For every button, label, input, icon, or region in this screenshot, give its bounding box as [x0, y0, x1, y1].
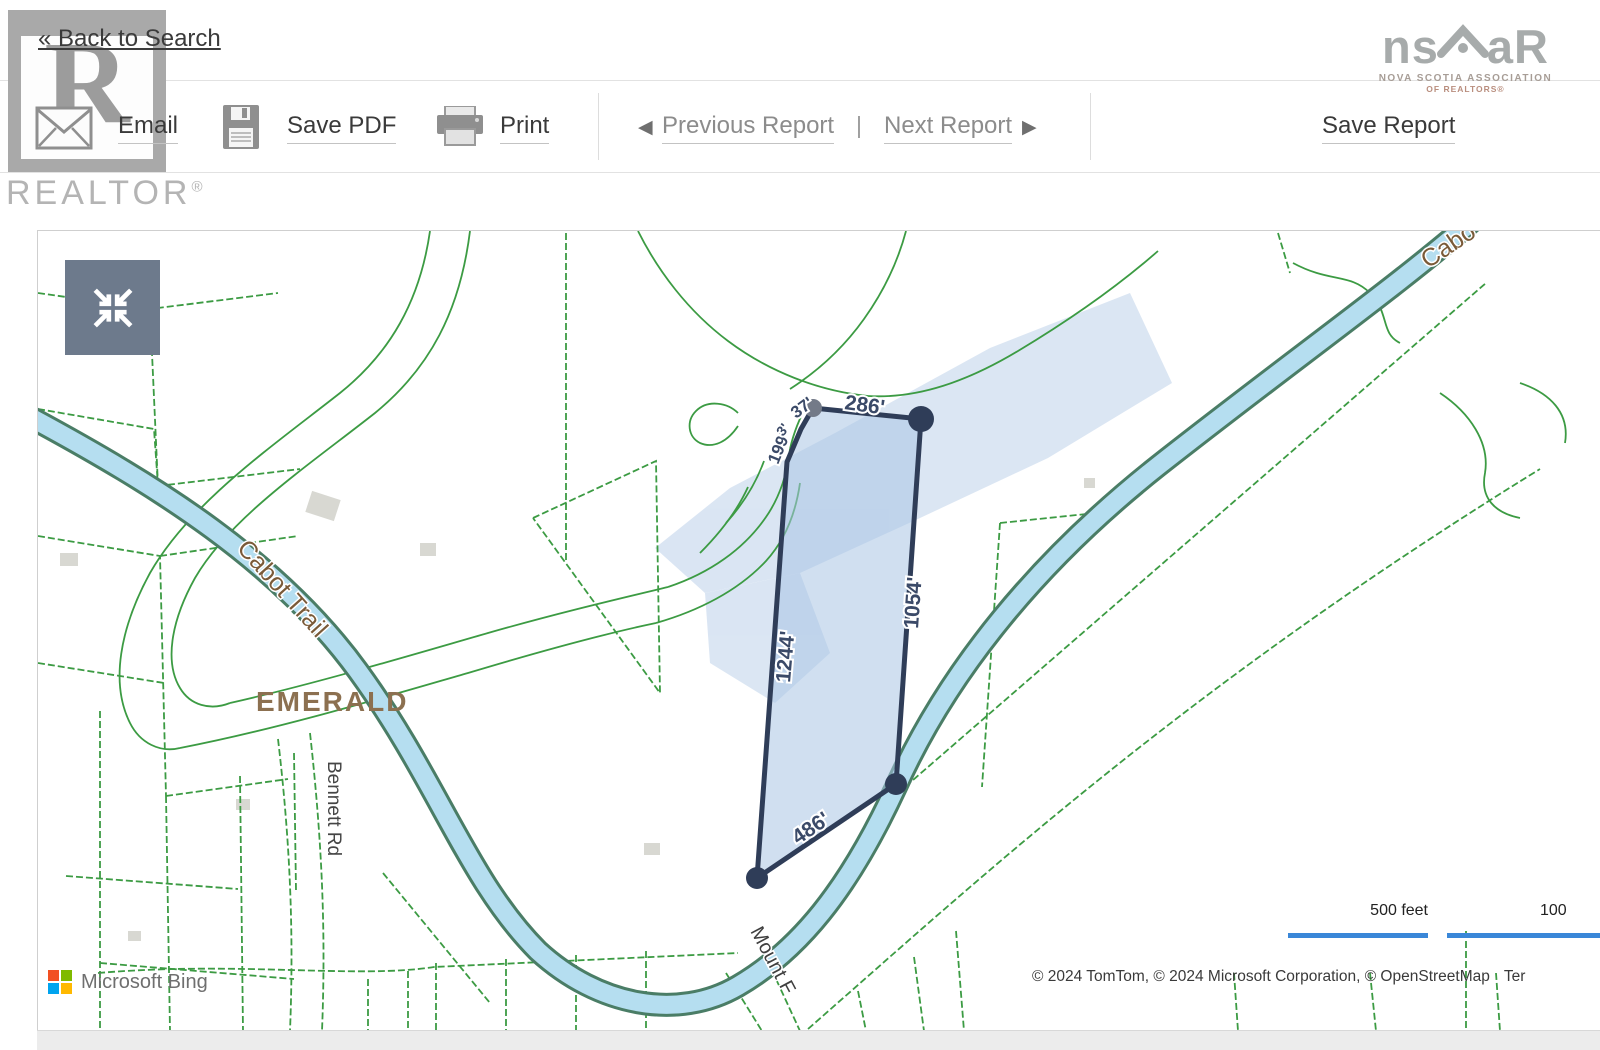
next-arrow-icon[interactable]: ▶: [1022, 116, 1037, 139]
toolbar-top-divider: [0, 80, 1600, 81]
report-page: { "header": { "back_link": "« Back to Se…: [0, 0, 1600, 1049]
scalebar-metric: [1447, 933, 1600, 938]
toolbar-divider-right: [1090, 93, 1091, 160]
back-to-search-link[interactable]: « Back to Search: [38, 25, 221, 53]
realtor-wordmark-text: REALTOR: [6, 174, 191, 212]
nsar-roof-icon: [1437, 18, 1489, 67]
email-icon: [35, 106, 93, 155]
save-pdf-button[interactable]: Save PDF: [287, 112, 396, 144]
road-label-cabot-trail: Cabot Trail: [232, 534, 334, 643]
bottom-page-strip: [37, 1030, 1600, 1050]
attribution-terms: Ter: [1504, 968, 1526, 985]
map-center-button[interactable]: [65, 260, 160, 355]
previous-arrow-icon[interactable]: ◀: [638, 116, 653, 139]
nsar-logo: ns aR NOVA SCOTIA ASSOCIATION OF REALTOR…: [1378, 18, 1553, 94]
nsar-subtitle-1: NOVA SCOTIA ASSOCIATION: [1378, 73, 1553, 84]
bing-logo[interactable]: Microsoft Bing: [48, 970, 208, 994]
next-report-button[interactable]: Next Report: [884, 112, 1012, 144]
floppy-icon: [222, 104, 260, 155]
print-button[interactable]: Print: [500, 112, 549, 144]
street-label-bennett-rd: Bennett Rd: [323, 761, 344, 856]
save-report-button[interactable]: Save Report: [1322, 112, 1455, 144]
vertex-dot: [885, 773, 907, 795]
measurement-left: 1244': [772, 630, 799, 684]
previous-report-button[interactable]: Previous Report: [662, 112, 834, 144]
nsar-logo-ar: aR: [1487, 27, 1549, 67]
printer-icon: [436, 106, 484, 153]
bing-logo-text: Microsoft Bing: [81, 971, 208, 994]
scalebar-feet: [1288, 933, 1428, 938]
vertex-dot: [746, 867, 768, 889]
email-button[interactable]: Email: [118, 112, 178, 144]
map-attribution: © 2024 TomTom, © 2024 Microsoft Corporat…: [1032, 968, 1525, 986]
collapse-arrows-icon: [90, 285, 136, 331]
vertex-dot: [908, 406, 934, 432]
microsoft-squares-icon: [48, 970, 72, 994]
scalebar-feet-label: 500 feet: [1288, 902, 1428, 920]
report-nav-separator: |: [856, 112, 862, 139]
measurement-right: 1054': [900, 576, 927, 629]
toolbar-bottom-divider: [0, 172, 1600, 173]
registered-mark: ®: [191, 179, 206, 196]
attribution-text: © 2024 TomTom, © 2024 Microsoft Corporat…: [1032, 968, 1490, 985]
place-label-emerald: EMERALD: [256, 686, 408, 717]
nsar-logo-ns: ns: [1382, 27, 1439, 67]
toolbar-divider-left: [598, 93, 599, 160]
scalebar-metric-label: 100: [1540, 902, 1567, 920]
nsar-subtitle-2: OF REALTORS®: [1378, 84, 1553, 94]
realtor-wordmark: REALTOR®: [6, 174, 207, 213]
